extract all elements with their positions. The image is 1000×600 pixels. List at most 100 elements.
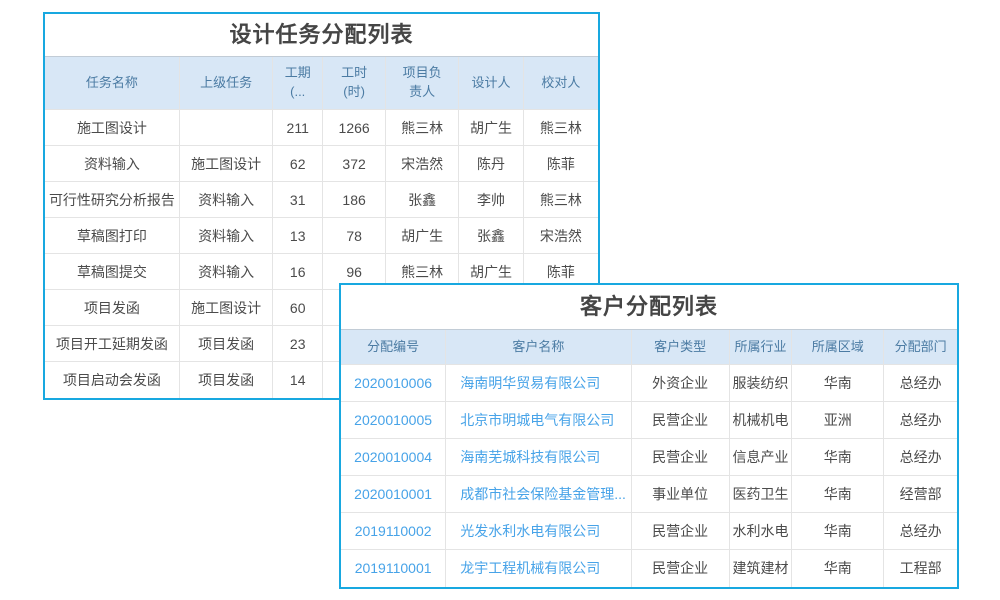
cell-region: 华南 (792, 476, 884, 513)
column-header-work-hours: 工时 (时) (323, 57, 386, 110)
cell-department: 工程部 (884, 550, 957, 587)
column-header-duration: 工期 (... (273, 57, 323, 110)
column-header-customer-type: 客户类型 (631, 330, 729, 365)
cell-task-name: 项目发函 (45, 290, 179, 326)
cell-proofreader: 陈菲 (523, 146, 598, 182)
cell-designer: 张鑫 (459, 218, 524, 254)
cell-region: 华南 (792, 365, 884, 402)
table-row: 2020010001 成都市社会保险基金管理... 事业单位 医药卫生 华南 经… (341, 476, 957, 513)
customer-id-link[interactable]: 2019110001 (341, 550, 446, 587)
customer-name-link[interactable]: 龙宇工程机械有限公司 (446, 550, 631, 587)
cell-department: 总经办 (884, 439, 957, 476)
customer-table-card: 客户分配列表 分配编号 客户名称 客户类型 所属行业 所属区域 分配部门 202… (339, 283, 959, 589)
column-header-designer: 设计人 (459, 57, 524, 110)
cell-parent-task: 资料输入 (179, 218, 272, 254)
cell-industry: 机械机电 (729, 402, 792, 439)
table-row: 2020010004 海南芜城科技有限公司 民营企业 信息产业 华南 总经办 (341, 439, 957, 476)
table-row: 草稿图打印 资料输入 13 78 胡广生 张鑫 宋浩然 (45, 218, 598, 254)
customer-name-link[interactable]: 成都市社会保险基金管理... (446, 476, 631, 513)
customer-table-header-row: 分配编号 客户名称 客户类型 所属行业 所属区域 分配部门 (341, 330, 957, 365)
column-header-assign-id: 分配编号 (341, 330, 446, 365)
cell-department: 总经办 (884, 402, 957, 439)
cell-project-leader: 宋浩然 (386, 146, 459, 182)
cell-duration: 16 (273, 254, 323, 290)
cell-parent-task: 项目发函 (179, 326, 272, 362)
cell-parent-task: 施工图设计 (179, 146, 272, 182)
cell-proofreader: 宋浩然 (523, 218, 598, 254)
cell-region: 华南 (792, 513, 884, 550)
customer-name-link[interactable]: 海南明华贸易有限公司 (446, 365, 631, 402)
task-table-title: 设计任务分配列表 (45, 14, 598, 56)
column-header-department: 分配部门 (884, 330, 957, 365)
table-row: 可行性研究分析报告 资料输入 31 186 张鑫 李帅 熊三林 (45, 182, 598, 218)
column-header-project-leader: 项目负 责人 (386, 57, 459, 110)
customer-id-link[interactable]: 2020010006 (341, 365, 446, 402)
customer-id-link[interactable]: 2020010004 (341, 439, 446, 476)
cell-customer-type: 民营企业 (631, 439, 729, 476)
column-header-customer-name: 客户名称 (446, 330, 631, 365)
cell-department: 经营部 (884, 476, 957, 513)
cell-duration: 13 (273, 218, 323, 254)
cell-designer: 李帅 (459, 182, 524, 218)
table-row: 2019110001 龙宇工程机械有限公司 民营企业 建筑建材 华南 工程部 (341, 550, 957, 587)
cell-industry: 水利水电 (729, 513, 792, 550)
cell-project-leader: 张鑫 (386, 182, 459, 218)
cell-duration: 211 (273, 110, 323, 146)
cell-task-name: 草稿图打印 (45, 218, 179, 254)
customer-name-link[interactable]: 海南芜城科技有限公司 (446, 439, 631, 476)
cell-parent-task: 项目发函 (179, 362, 272, 398)
customer-id-link[interactable]: 2020010005 (341, 402, 446, 439)
column-header-proofreader: 校对人 (523, 57, 598, 110)
cell-duration: 60 (273, 290, 323, 326)
cell-duration: 31 (273, 182, 323, 218)
cell-industry: 信息产业 (729, 439, 792, 476)
table-row: 2020010005 北京市明城电气有限公司 民营企业 机械机电 亚洲 总经办 (341, 402, 957, 439)
cell-task-name: 项目开工延期发函 (45, 326, 179, 362)
column-header-region: 所属区域 (792, 330, 884, 365)
customer-name-link[interactable]: 光发水利水电有限公司 (446, 513, 631, 550)
cell-task-name: 资料输入 (45, 146, 179, 182)
cell-customer-type: 民营企业 (631, 513, 729, 550)
cell-region: 亚洲 (792, 402, 884, 439)
column-header-parent-task: 上级任务 (179, 57, 272, 110)
cell-work-hours: 78 (323, 218, 386, 254)
cell-region: 华南 (792, 439, 884, 476)
customer-table: 分配编号 客户名称 客户类型 所属行业 所属区域 分配部门 2020010006… (341, 329, 957, 587)
column-header-task-name: 任务名称 (45, 57, 179, 110)
cell-parent-task: 资料输入 (179, 182, 272, 218)
cell-work-hours: 1266 (323, 110, 386, 146)
table-row: 施工图设计 211 1266 熊三林 胡广生 熊三林 (45, 110, 598, 146)
cell-task-name: 草稿图提交 (45, 254, 179, 290)
cell-parent-task (179, 110, 272, 146)
cell-work-hours: 186 (323, 182, 386, 218)
cell-designer: 陈丹 (459, 146, 524, 182)
cell-duration: 23 (273, 326, 323, 362)
customer-id-link[interactable]: 2020010001 (341, 476, 446, 513)
cell-customer-type: 民营企业 (631, 550, 729, 587)
cell-designer: 胡广生 (459, 110, 524, 146)
cell-customer-type: 外资企业 (631, 365, 729, 402)
cell-industry: 医药卫生 (729, 476, 792, 513)
column-header-industry: 所属行业 (729, 330, 792, 365)
table-row: 2019110002 光发水利水电有限公司 民营企业 水利水电 华南 总经办 (341, 513, 957, 550)
cell-project-leader: 熊三林 (386, 110, 459, 146)
cell-department: 总经办 (884, 365, 957, 402)
table-row: 2020010006 海南明华贸易有限公司 外资企业 服装纺织 华南 总经办 (341, 365, 957, 402)
cell-duration: 14 (273, 362, 323, 398)
cell-industry: 建筑建材 (729, 550, 792, 587)
cell-customer-type: 事业单位 (631, 476, 729, 513)
customer-id-link[interactable]: 2019110002 (341, 513, 446, 550)
cell-work-hours: 372 (323, 146, 386, 182)
cell-industry: 服装纺织 (729, 365, 792, 402)
cell-department: 总经办 (884, 513, 957, 550)
cell-task-name: 可行性研究分析报告 (45, 182, 179, 218)
cell-customer-type: 民营企业 (631, 402, 729, 439)
cell-project-leader: 胡广生 (386, 218, 459, 254)
task-table-header-row: 任务名称 上级任务 工期 (... 工时 (时) 项目负 责人 设计人 校对人 (45, 57, 598, 110)
customer-table-title: 客户分配列表 (341, 285, 957, 329)
cell-task-name: 项目启动会发函 (45, 362, 179, 398)
cell-duration: 62 (273, 146, 323, 182)
cell-proofreader: 熊三林 (523, 110, 598, 146)
cell-region: 华南 (792, 550, 884, 587)
customer-name-link[interactable]: 北京市明城电气有限公司 (446, 402, 631, 439)
